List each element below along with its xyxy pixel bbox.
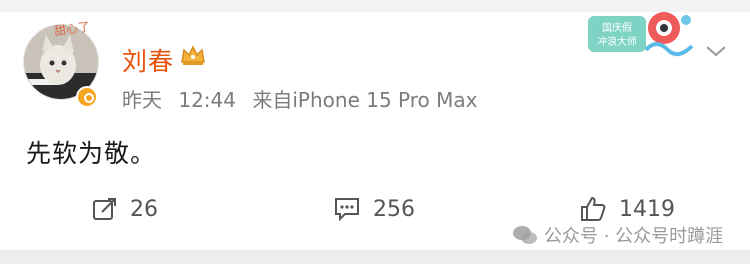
comment-icon [335,198,359,222]
badge-line-2: 冲浪大师 [597,35,637,48]
repost-icon [93,198,116,220]
thumbs-up-icon [581,196,606,221]
post-text: 先软为敬。 [26,139,157,168]
post-meta: 昨天 12:44 来自iPhone 15 Pro Max [122,84,487,113]
crown-icon [181,45,205,65]
chevron-down-icon[interactable] [705,44,727,58]
comment-button[interactable]: 256 [333,194,415,224]
repost-count: 26 [130,196,158,222]
like-count: 1419 [619,196,675,222]
watermark-text: 公众号 · 公众号时蹲涯 [544,226,724,247]
author-name[interactable]: 刘春 [122,42,174,78]
verified-badge-icon [76,86,98,108]
post-source: 来自iPhone 15 Pro Max [252,88,478,112]
like-button[interactable]: 1419 [579,194,675,224]
comment-count: 256 [373,196,415,222]
divider-strip [0,250,750,264]
repost-button[interactable]: 26 [92,194,158,224]
wechat-icon [513,226,537,244]
badge-line-1: 国庆假 [602,21,632,34]
post-date: 昨天 [122,88,162,112]
watermark: 公众号 · 公众号时蹲涯 [512,222,723,248]
post-time: 12:44 [178,88,236,112]
surf-master-badge-icon: 国庆假 冲浪大师 [588,12,694,57]
